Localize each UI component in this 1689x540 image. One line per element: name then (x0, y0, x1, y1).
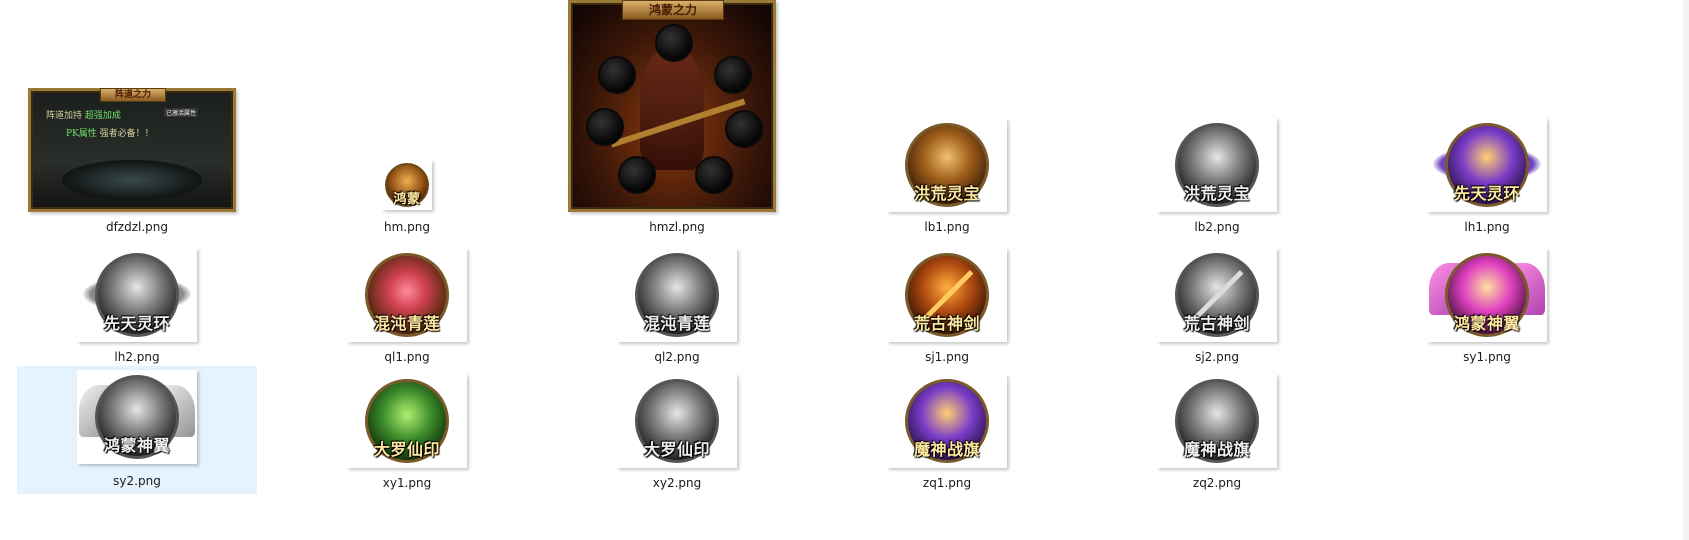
file-item-lb1[interactable]: 洪荒灵宝 lb1.png (832, 110, 1062, 242)
thumbnail-hmzl: 鸿蒙之力 (568, 0, 776, 212)
dfzdzl-line1a: 阵道加持 (46, 111, 83, 121)
thumbnail-xy1: 大罗仙印 (347, 374, 467, 468)
sy2-label: 鸿蒙神翼 (103, 436, 170, 455)
dfzdzl-line2b: 强者必备！！ (99, 129, 154, 139)
file-item-zq1[interactable]: 魔神战旗 zq1.png (832, 366, 1062, 498)
file-item-xy1[interactable]: 大罗仙印 xy1.png (292, 366, 522, 498)
dfzdzl-tab: 已激活属性 (164, 108, 199, 117)
thumbnail-lh1: 先天灵环 (1427, 118, 1547, 212)
file-item-dfzdzl[interactable]: 阵道之力 阵道加持 超强加成 已激活属性 PK属性 强者必备！！ dfzdzl.… (22, 82, 252, 242)
warrior-figure (640, 50, 704, 170)
xy1-label: 大罗仙印 (373, 440, 440, 459)
dfzdzl-line1b: 超强加成 (84, 111, 121, 121)
ql2-label: 混沌青莲 (643, 314, 710, 333)
thumbnail-dfzdzl: 阵道之力 阵道加持 超强加成 已激活属性 PK属性 强者必备！！ (28, 88, 236, 212)
sy1-label: 鸿蒙神翼 (1453, 314, 1520, 333)
file-name: sj2.png (1195, 350, 1239, 364)
thumbnail-lh2: 先天灵环 (77, 248, 197, 342)
thumbnail-sy2: 鸿蒙神翼 (77, 370, 197, 464)
file-name: lb2.png (1194, 220, 1240, 234)
slot-circle-7[interactable] (695, 156, 733, 194)
file-name: zq2.png (1192, 476, 1242, 490)
xy2-label: 大罗仙印 (643, 440, 710, 459)
dfzdzl-title: 阵道之力 (100, 88, 166, 102)
dfzdzl-line2a: PK属性 (66, 129, 97, 139)
file-item-xy2[interactable]: 大罗仙印 xy2.png (562, 366, 792, 498)
file-name: xy1.png (382, 476, 432, 490)
file-name: xy2.png (652, 476, 702, 490)
slot-circle-2[interactable] (598, 56, 636, 94)
file-item-lh1[interactable]: 先天灵环 lh1.png (1372, 110, 1602, 242)
thumbnail-ql2: 混沌青莲 (617, 248, 737, 342)
thumbnail-sj1: 荒古神剑 (887, 248, 1007, 342)
thumbnail-sy1: 鸿蒙神翼 (1427, 248, 1547, 342)
file-name: hm.png (384, 220, 430, 234)
slot-circle-1[interactable] (655, 24, 693, 62)
hm-label: 鸿蒙 (393, 192, 421, 207)
slot-circle-3[interactable] (714, 56, 752, 94)
lh1-label: 先天灵环 (1453, 184, 1520, 203)
zq1-label: 魔神战旗 (913, 440, 980, 459)
file-name: sy1.png (1463, 350, 1511, 364)
file-item-sj1[interactable]: 荒古神剑 sj1.png (832, 240, 1062, 372)
thumbnail-ql1: 混沌青莲 (347, 248, 467, 342)
file-name: zq1.png (922, 476, 972, 490)
file-item-zq2[interactable]: 魔神战旗 zq2.png (1102, 366, 1332, 498)
magic-circle-graphic (62, 160, 202, 200)
lb2-label: 洪荒灵宝 (1183, 184, 1250, 203)
lb1-label: 洪荒灵宝 (913, 184, 980, 203)
file-name: lh2.png (114, 350, 160, 364)
thumbnail-lb1: 洪荒灵宝 (887, 118, 1007, 212)
thumbnail-xy2: 大罗仙印 (617, 374, 737, 468)
lh2-label: 先天灵环 (103, 314, 170, 333)
file-name: ql2.png (654, 350, 700, 364)
file-item-lh2[interactable]: 先天灵环 lh2.png (22, 240, 252, 372)
file-name: sj1.png (925, 350, 969, 364)
thumbnail-sj2: 荒古神剑 (1157, 248, 1277, 342)
slot-circle-5[interactable] (725, 110, 763, 148)
thumbnail-zq1: 魔神战旗 (887, 374, 1007, 468)
file-name: lb1.png (924, 220, 970, 234)
file-name: hmzl.png (649, 220, 705, 234)
vertical-scrollbar[interactable] (1683, 0, 1689, 540)
file-name: lh1.png (1464, 220, 1510, 234)
thumbnail-hm: 鸿蒙 (382, 160, 432, 210)
slot-circle-4[interactable] (586, 108, 624, 146)
sj2-label: 荒古神剑 (1183, 314, 1250, 333)
ql1-label: 混沌青莲 (373, 314, 440, 333)
file-name: sy2.png (113, 474, 161, 488)
file-item-ql2[interactable]: 混沌青莲 ql2.png (562, 240, 792, 372)
thumbnail-zq2: 魔神战旗 (1157, 374, 1277, 468)
thumbnail-lb2: 洪荒灵宝 (1157, 118, 1277, 212)
sj1-label: 荒古神剑 (913, 314, 980, 333)
file-name: ql1.png (384, 350, 430, 364)
zq2-label: 魔神战旗 (1183, 440, 1250, 459)
slot-circle-6[interactable] (618, 156, 656, 194)
file-item-sy1[interactable]: 鸿蒙神翼 sy1.png (1372, 240, 1602, 372)
file-item-ql1[interactable]: 混沌青莲 ql1.png (292, 240, 522, 372)
file-item-sj2[interactable]: 荒古神剑 sj2.png (1102, 240, 1332, 372)
file-item-hmzl[interactable]: 鸿蒙之力 hmzl.png (562, 0, 792, 242)
file-name: dfzdzl.png (105, 220, 169, 234)
file-item-lb2[interactable]: 洪荒灵宝 lb2.png (1102, 110, 1332, 242)
file-item-sy2[interactable]: 鸿蒙神翼 sy2.png (17, 366, 257, 494)
hmzl-title: 鸿蒙之力 (622, 0, 724, 20)
file-item-hm[interactable]: 鸿蒙 hm.png (292, 150, 522, 242)
